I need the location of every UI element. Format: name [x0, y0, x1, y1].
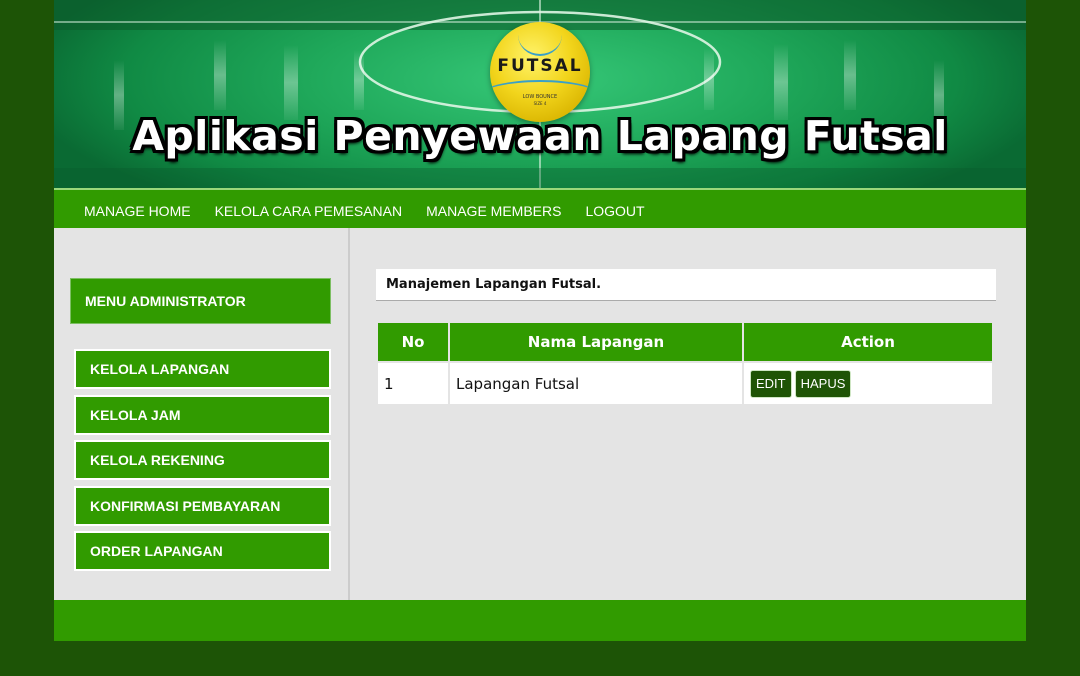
header-banner: FUTSAL LOW BOUNCE SIZE 4 Aplikasi Penyew…: [54, 0, 1026, 188]
ball-brand-text: FUTSAL: [497, 56, 583, 76]
page-wrapper: FUTSAL LOW BOUNCE SIZE 4 Aplikasi Penyew…: [54, 0, 1026, 641]
content-title: Manajemen Lapangan Futsal.: [376, 269, 996, 301]
nav-logout[interactable]: LOGOUT: [573, 190, 656, 230]
ball-size-text: SIZE 4: [533, 101, 547, 106]
edit-button[interactable]: EDIT: [750, 369, 792, 398]
sidebar-item-kelola-rekening[interactable]: KELOLA REKENING: [74, 440, 331, 480]
table-header-row: No Nama Lapangan Action: [378, 323, 992, 361]
sidebar-item-konfirmasi-pembayaran[interactable]: KONFIRMASI PEMBAYARAN: [74, 486, 331, 526]
sidebar-item-kelola-jam[interactable]: KELOLA JAM: [74, 395, 331, 435]
nav-manage-home[interactable]: MANAGE HOME: [72, 190, 203, 230]
sidebar-item-kelola-lapangan[interactable]: KELOLA LAPANGAN: [74, 349, 331, 389]
sidebar-item-order-lapangan[interactable]: ORDER LAPANGAN: [74, 531, 331, 571]
nav-kelola-cara-pemesanan[interactable]: KELOLA CARA PEMESANAN: [203, 190, 415, 230]
cell-no: 1: [378, 363, 448, 404]
lapangan-table: No Nama Lapangan Action 1 Lapangan Futsa…: [376, 321, 994, 406]
sidebar: MENU ADMINISTRATOR KELOLA LAPANGAN KELOL…: [54, 228, 350, 600]
column-header-nama-lapangan: Nama Lapangan: [450, 323, 742, 361]
top-nav: MANAGE HOME KELOLA CARA PEMESANAN MANAGE…: [54, 188, 1026, 228]
table-row: 1 Lapangan Futsal EDIT HAPUS: [378, 363, 992, 404]
site-title: Aplikasi Penyewaan Lapang Futsal: [132, 112, 948, 160]
futsal-ball-logo: FUTSAL LOW BOUNCE SIZE 4: [490, 22, 590, 122]
cell-nama-lapangan: Lapangan Futsal: [450, 363, 742, 404]
sidebar-header: MENU ADMINISTRATOR: [70, 278, 331, 324]
ball-small-text: LOW BOUNCE: [522, 94, 558, 100]
cell-action: EDIT HAPUS: [744, 363, 992, 404]
footer-bar: [54, 600, 1026, 641]
hapus-button[interactable]: HAPUS: [794, 369, 852, 398]
nav-manage-members[interactable]: MANAGE MEMBERS: [414, 190, 573, 230]
column-header-action: Action: [744, 323, 992, 361]
column-header-no: No: [378, 323, 448, 361]
